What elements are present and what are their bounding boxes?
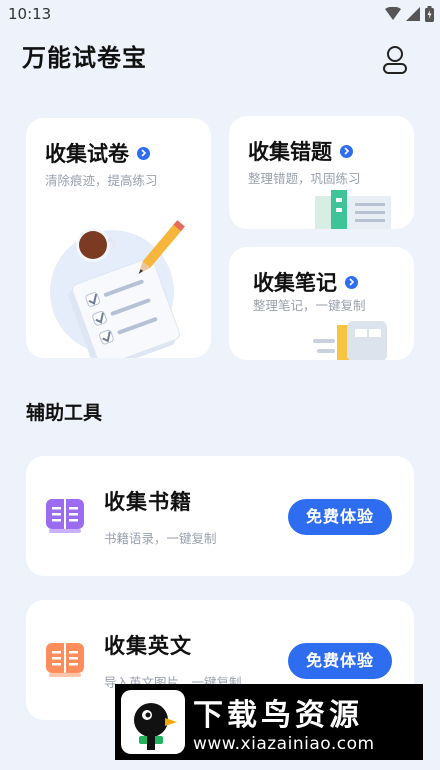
status-time: 10:13 [8,5,52,23]
collect-errors-title-row: 收集错题 [248,136,353,166]
notes-illustration [313,321,387,360]
collect-errors-title: 收集错题 [248,140,332,164]
collect-errors-subtitle: 整理错题，巩固练习 [248,171,361,186]
chevron-right-icon [340,144,353,158]
paper-illustration [50,220,185,358]
user-icon [383,46,407,74]
app-title: 万能试卷宝 [22,44,147,72]
collect-books-desc: 书籍语录，一键复制 [104,531,217,546]
tools-section-title: 辅助工具 [26,402,103,424]
collect-paper-subtitle: 清除痕迹，提高练习 [45,173,158,188]
profile-button[interactable] [380,44,410,76]
collect-errors-card[interactable]: 收集错题 整理错题，巩固练习 [229,116,414,229]
status-bar: 10:13 [0,0,440,30]
collect-notes-card[interactable]: 收集笔记 整理笔记，一键复制 [229,247,414,360]
wifi-icon [385,7,401,20]
free-trial-button[interactable]: 免费体验 [288,643,392,679]
signal-icon [406,7,420,21]
collect-books-title: 收集书籍 [104,490,192,514]
collect-paper-title: 收集试卷 [45,142,129,166]
errors-illustration [315,190,391,229]
collect-english-title: 收集英文 [104,634,192,658]
collect-paper-title-row: 收集试卷 [45,138,150,168]
free-trial-button[interactable]: 免费体验 [288,499,392,535]
book-icon [46,497,84,533]
chevron-right-icon [137,146,150,160]
collect-notes-title-row: 收集笔记 [253,267,358,297]
collect-notes-title: 收集笔记 [253,271,337,295]
status-icons [385,6,434,22]
battery-icon [425,6,434,22]
watermark: 下载鸟资源 www.xiazainiao.com [115,684,423,760]
book-icon [46,641,84,677]
watermark-url: www.xiazainiao.com [193,734,375,754]
collect-paper-card[interactable]: 收集试卷 清除痕迹，提高练习 [26,118,211,358]
bird-logo-icon [121,690,185,754]
collect-notes-subtitle: 整理笔记，一键复制 [253,298,366,313]
watermark-brand: 下载鸟资源 [193,698,363,733]
chevron-right-icon [345,275,358,289]
collect-books-card[interactable]: 收集书籍 书籍语录，一键复制 免费体验 [26,456,414,576]
